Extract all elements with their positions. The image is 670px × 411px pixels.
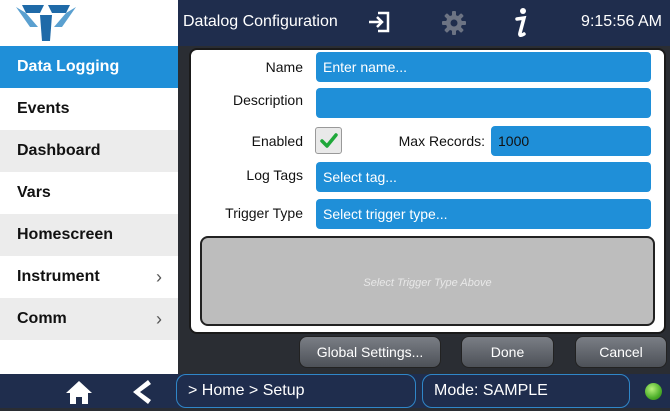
checkmark-icon — [320, 133, 338, 148]
sidebar-item-label: Events — [17, 100, 70, 117]
page-title: Datalog Configuration — [183, 13, 338, 30]
sidebar-item-vars[interactable]: Vars — [0, 172, 178, 214]
global-settings-button[interactable]: Global Settings... — [299, 336, 441, 368]
sidebar-item-label: Comm — [17, 310, 67, 327]
done-button[interactable]: Done — [461, 336, 554, 368]
status-led-icon — [645, 383, 662, 400]
max-records-input[interactable]: 1000 — [491, 126, 651, 156]
log-tags-label: Log Tags — [246, 167, 303, 183]
home-icon[interactable] — [65, 379, 93, 410]
sidebar-item-label: Data Logging — [17, 58, 120, 75]
enabled-label: Enabled — [251, 133, 303, 149]
sidebar-item-data-logging[interactable]: Data Logging — [0, 46, 178, 88]
sidebar-item-label: Dashboard — [17, 142, 101, 159]
cancel-button[interactable]: Cancel — [575, 336, 667, 368]
logo — [0, 0, 178, 46]
name-input[interactable]: Enter name... — [316, 52, 651, 82]
logout-icon[interactable] — [366, 9, 392, 40]
name-label: Name — [265, 59, 303, 75]
chevron-right-icon: › — [156, 267, 162, 287]
sidebar-item-homescreen[interactable]: Homescreen — [0, 214, 178, 256]
chevron-right-icon: › — [156, 309, 162, 329]
company-logo-icon — [16, 5, 76, 41]
sidebar: Data Logging Events Dashboard Vars Homes… — [0, 46, 178, 374]
sidebar-item-instrument[interactable]: Instrument › — [0, 256, 178, 298]
info-icon[interactable] — [511, 6, 531, 45]
clock: 9:15:56 AM — [581, 13, 662, 30]
description-label: Description — [232, 92, 303, 108]
top-bar: Datalog Configuration 9:15:56 AM — [0, 0, 670, 46]
enabled-checkbox[interactable] — [315, 127, 342, 154]
gear-icon[interactable] — [440, 9, 468, 42]
back-icon[interactable] — [130, 378, 152, 411]
trigger-type-select[interactable]: Select trigger type... — [316, 199, 651, 229]
sidebar-item-events[interactable]: Events — [0, 88, 178, 130]
breadcrumb[interactable]: > Home > Setup — [176, 374, 416, 408]
trigger-type-label: Trigger Type — [225, 205, 303, 221]
log-tags-select[interactable]: Select tag... — [316, 162, 651, 192]
sidebar-item-dashboard[interactable]: Dashboard — [0, 130, 178, 172]
sidebar-item-label: Instrument — [17, 268, 100, 285]
max-records-label: Max Records: — [398, 133, 485, 149]
sidebar-item-label: Vars — [17, 184, 51, 201]
sidebar-item-label: Homescreen — [17, 226, 114, 243]
trigger-settings-placeholder: Select Trigger Type Above — [200, 236, 655, 326]
mode-indicator: Mode: SAMPLE — [422, 374, 630, 408]
sidebar-item-comm[interactable]: Comm › — [0, 298, 178, 340]
description-input[interactable] — [316, 88, 651, 118]
